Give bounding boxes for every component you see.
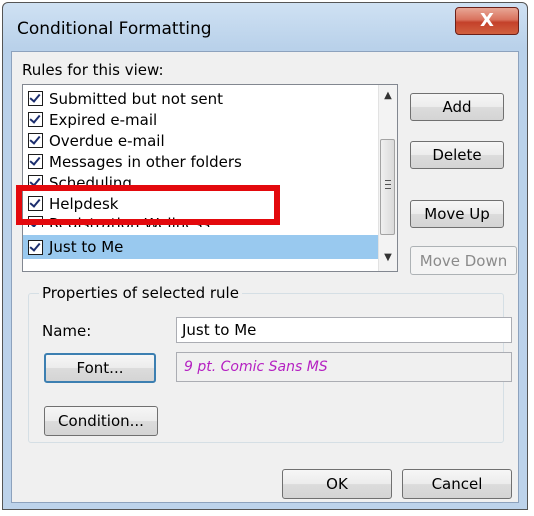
checkbox-checked-icon[interactable] [28, 154, 43, 169]
dialog-client-area: Rules for this view: Submitted but not s… [11, 51, 519, 503]
rule-item-messages-in-other-folders[interactable]: Messages in other folders [23, 151, 378, 172]
rules-list[interactable]: Submitted but not sent Expired e-mail Ov… [22, 84, 398, 272]
rule-item-expired-e-mail[interactable]: Expired e-mail [23, 109, 378, 130]
move-down-button[interactable]: Move Down [410, 246, 517, 275]
grip-line [385, 180, 391, 181]
rule-item-label: Overdue e-mail [49, 131, 165, 150]
rules-label: Rules for this view: [22, 61, 164, 79]
name-input[interactable]: Just to Me [176, 317, 512, 343]
scrollbar-thumb[interactable] [380, 139, 395, 235]
checkbox-checked-icon[interactable] [28, 133, 43, 148]
grip-line [385, 184, 391, 185]
rule-item-submitted-but-not-sent[interactable]: Submitted but not sent [23, 88, 378, 109]
delete-button[interactable]: Delete [410, 141, 504, 169]
font-button[interactable]: Font... [44, 353, 156, 383]
scroll-up-arrow-icon[interactable]: ▲ [379, 87, 397, 105]
checkbox-checked-icon[interactable] [28, 112, 43, 127]
properties-group-title: Properties of selected rule [39, 284, 242, 302]
conditional-formatting-dialog: Conditional Formatting X Rules for this … [2, 2, 528, 510]
checkbox-checked-icon[interactable] [28, 91, 43, 106]
dialog-title: Conditional Formatting [17, 19, 212, 39]
move-up-button[interactable]: Move Up [410, 200, 504, 228]
selection-highlight-annotation [16, 185, 280, 225]
rule-item-label: Expired e-mail [49, 110, 158, 129]
cancel-button[interactable]: Cancel [402, 469, 512, 499]
rule-item-label: Submitted but not sent [49, 89, 224, 108]
rule-item-overdue-e-mail[interactable]: Overdue e-mail [23, 130, 378, 151]
name-label: Name: [42, 322, 92, 340]
font-sample-preview: 9 pt. Comic Sans MS [176, 352, 512, 382]
add-button[interactable]: Add [410, 93, 504, 121]
condition-button[interactable]: Condition... [44, 406, 158, 436]
close-icon[interactable]: X [455, 7, 519, 35]
rule-item-just-to-me[interactable]: Just to Me [23, 235, 378, 259]
rule-item-label: Just to Me [49, 238, 124, 256]
checkbox-checked-icon[interactable] [28, 239, 43, 255]
ok-button[interactable]: OK [282, 469, 392, 499]
rules-scrollbar[interactable]: ▲ ▼ [378, 85, 397, 271]
grip-line [385, 188, 391, 189]
rule-item-label: Messages in other folders [49, 152, 242, 171]
title-bar[interactable]: Conditional Formatting X [3, 3, 527, 51]
scroll-down-arrow-icon[interactable]: ▼ [379, 249, 397, 267]
